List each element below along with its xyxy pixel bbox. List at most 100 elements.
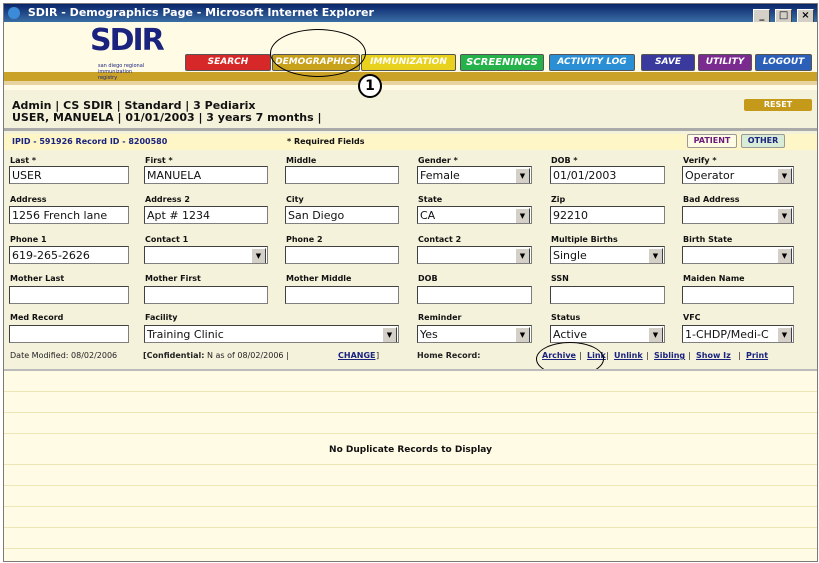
chevron-down-icon: ▼ — [648, 248, 663, 263]
phone2-field[interactable] — [285, 246, 399, 264]
facility-select[interactable]: Training Clinic ▼ — [144, 325, 399, 343]
multiple-births-select[interactable]: Single ▼ — [550, 246, 665, 264]
maiden-name-label: Maiden Name — [683, 274, 745, 283]
vfc-label: VFC — [683, 313, 701, 322]
zip-field[interactable]: 92210 — [550, 206, 665, 224]
dob-label: DOB * — [551, 156, 578, 165]
verify-select[interactable]: Operator ▼ — [682, 166, 794, 184]
patient-ident: Admin | CS SDIR | Standard | 3 Pediarix … — [12, 100, 321, 124]
nav-search[interactable]: SEARCH — [185, 54, 271, 71]
separator: | — [688, 351, 691, 360]
first-field[interactable]: MANUELA — [144, 166, 268, 184]
address2-field[interactable]: Apt # 1234 — [144, 206, 268, 224]
contact2-select[interactable]: ▼ — [417, 246, 532, 264]
reminder-label: Reminder — [418, 313, 462, 322]
mother-dob-field[interactable] — [417, 286, 532, 304]
city-field[interactable]: San Diego — [285, 206, 399, 224]
first-label: First * — [145, 156, 173, 165]
chevron-down-icon: ▼ — [515, 168, 530, 183]
chevron-down-icon: ▼ — [648, 327, 663, 342]
phone2-label: Phone 2 — [286, 235, 323, 244]
mother-first-label: Mother First — [145, 274, 201, 283]
chevron-down-icon: ▼ — [777, 327, 792, 342]
gender-select[interactable]: Female ▼ — [417, 166, 532, 184]
reset-button[interactable]: RESET — [744, 99, 812, 111]
chevron-down-icon: ▼ — [777, 208, 792, 223]
last-field[interactable]: USER — [9, 166, 129, 184]
address2-label: Address 2 — [145, 195, 190, 204]
mother-last-label: Mother Last — [10, 274, 65, 283]
ssn-field[interactable] — [550, 286, 665, 304]
chevron-down-icon: ▼ — [515, 327, 530, 342]
browser-window: SDIR - Demographics Page - Microsoft Int… — [3, 3, 818, 562]
duplicates-panel: No Duplicate Records to Display — [4, 369, 817, 561]
middle-field[interactable] — [285, 166, 399, 184]
title-bar: SDIR - Demographics Page - Microsoft Int… — [4, 4, 817, 24]
nav-activity-log[interactable]: ACTIVITY LOG — [549, 54, 635, 71]
contact2-label: Contact 2 — [418, 235, 462, 244]
mother-middle-field[interactable] — [285, 286, 399, 304]
nav-logout[interactable]: LOGOUT — [755, 54, 812, 71]
multiple-births-label: Multiple Births — [551, 235, 618, 244]
address-label: Address — [10, 195, 47, 204]
record-footer: Date Modified: 08/02/2006 [Confidential:… — [4, 351, 817, 364]
print-link[interactable]: Print — [746, 351, 768, 360]
nav-utility[interactable]: UTILITY — [698, 54, 752, 71]
middle-label: Middle — [286, 156, 317, 165]
confidential-text: N as of 08/02/2006 | — [207, 351, 289, 360]
reminder-select[interactable]: Yes ▼ — [417, 325, 532, 343]
contact1-select[interactable]: ▼ — [144, 246, 268, 264]
chevron-down-icon: ▼ — [251, 248, 266, 263]
ipid-text: IPID - 591926 Record ID - 8200580 — [12, 137, 168, 146]
facility-label: Facility — [145, 313, 178, 322]
sdir-logo: SDIR san diego regional immunization reg… — [90, 23, 165, 81]
ssn-label: SSN — [551, 274, 569, 283]
nav-screenings[interactable]: SCREENINGS — [460, 54, 544, 71]
nav-immunization[interactable]: IMMUNIZATION — [361, 54, 456, 71]
tab-patient[interactable]: PATIENT — [687, 134, 737, 148]
ident-line-2: USER, MANUELA | 01/01/2003 | 3 years 7 m… — [12, 111, 322, 124]
med-record-field[interactable] — [9, 325, 129, 343]
demographics-form: Last * USER First * MANUELA Middle Gende… — [4, 151, 817, 351]
mother-dob-label: DOB — [418, 274, 438, 283]
tab-other[interactable]: OTHER — [741, 134, 785, 148]
chevron-down-icon: ▼ — [515, 208, 530, 223]
verify-label: Verify * — [683, 156, 717, 165]
chevron-down-icon: ▼ — [777, 168, 792, 183]
address-field[interactable]: 1256 French lane — [9, 206, 129, 224]
nav-save[interactable]: SAVE — [641, 54, 695, 71]
city-label: City — [286, 195, 304, 204]
bad-address-select[interactable]: ▼ — [682, 206, 794, 224]
mother-last-field[interactable] — [9, 286, 129, 304]
status-label: Status — [551, 313, 581, 322]
status-select[interactable]: Active ▼ — [550, 325, 665, 343]
separator: | — [738, 351, 741, 360]
unlink-link[interactable]: Unlink — [614, 351, 643, 360]
show-iz-link[interactable]: Show Iz — [696, 351, 731, 360]
zip-label: Zip — [551, 195, 566, 204]
mother-middle-label: Mother Middle — [286, 274, 352, 283]
app-header: SDIR san diego regional immunization reg… — [4, 22, 817, 90]
callout-number-1: 1 — [358, 74, 382, 98]
state-select[interactable]: CA ▼ — [417, 206, 532, 224]
change-link[interactable]: CHANGE — [338, 351, 375, 360]
phone1-label: Phone 1 — [10, 235, 47, 244]
sibling-link[interactable]: Sibling — [654, 351, 685, 360]
confidential-close: ] — [376, 351, 380, 360]
state-label: State — [418, 195, 443, 204]
dob-field[interactable]: 01/01/2003 — [550, 166, 665, 184]
separator: | — [606, 351, 609, 360]
chevron-down-icon: ▼ — [515, 248, 530, 263]
chevron-down-icon: ▼ — [777, 248, 792, 263]
contact1-label: Contact 1 — [145, 235, 189, 244]
phone1-field[interactable]: 619-265-2626 — [9, 246, 129, 264]
no-duplicates-message: No Duplicate Records to Display — [329, 445, 492, 455]
birth-state-select[interactable]: ▼ — [682, 246, 794, 264]
med-record-label: Med Record — [10, 313, 64, 322]
vfc-select[interactable]: 1-CHDP/Medi-C ▼ — [682, 325, 794, 343]
bad-address-label: Bad Address — [683, 195, 740, 204]
required-fields-note: * Required Fields — [287, 137, 365, 146]
mother-first-field[interactable] — [144, 286, 268, 304]
maiden-name-field[interactable] — [682, 286, 794, 304]
window-title: SDIR - Demographics Page - Microsoft Int… — [27, 6, 374, 19]
